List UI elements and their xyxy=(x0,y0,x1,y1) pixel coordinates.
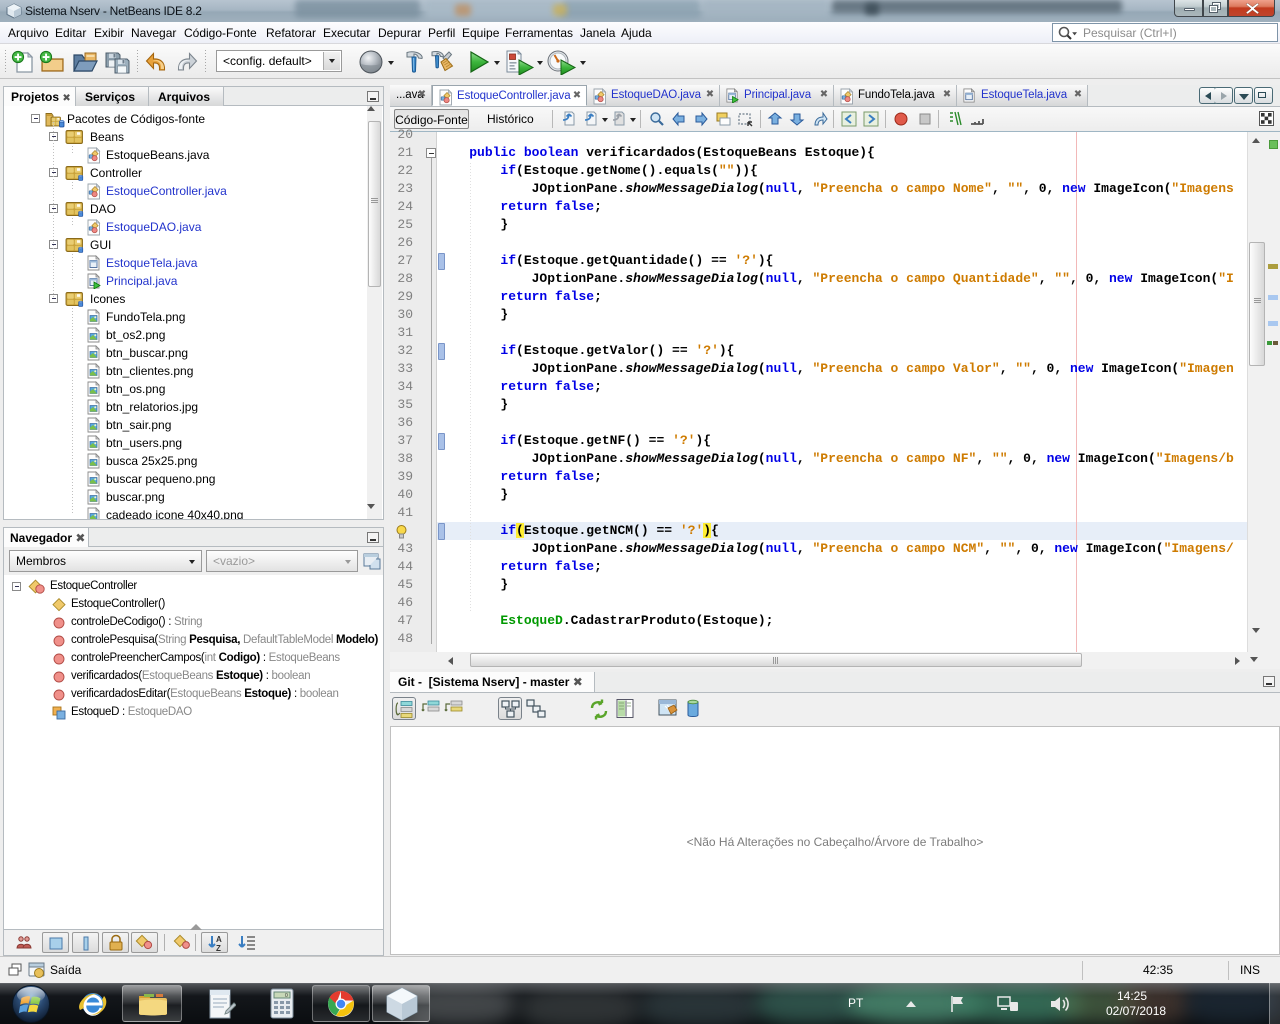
svg-text:0: 0 xyxy=(285,993,288,999)
svg-text:A: A xyxy=(216,935,222,944)
svg-text:Z: Z xyxy=(216,944,221,953)
